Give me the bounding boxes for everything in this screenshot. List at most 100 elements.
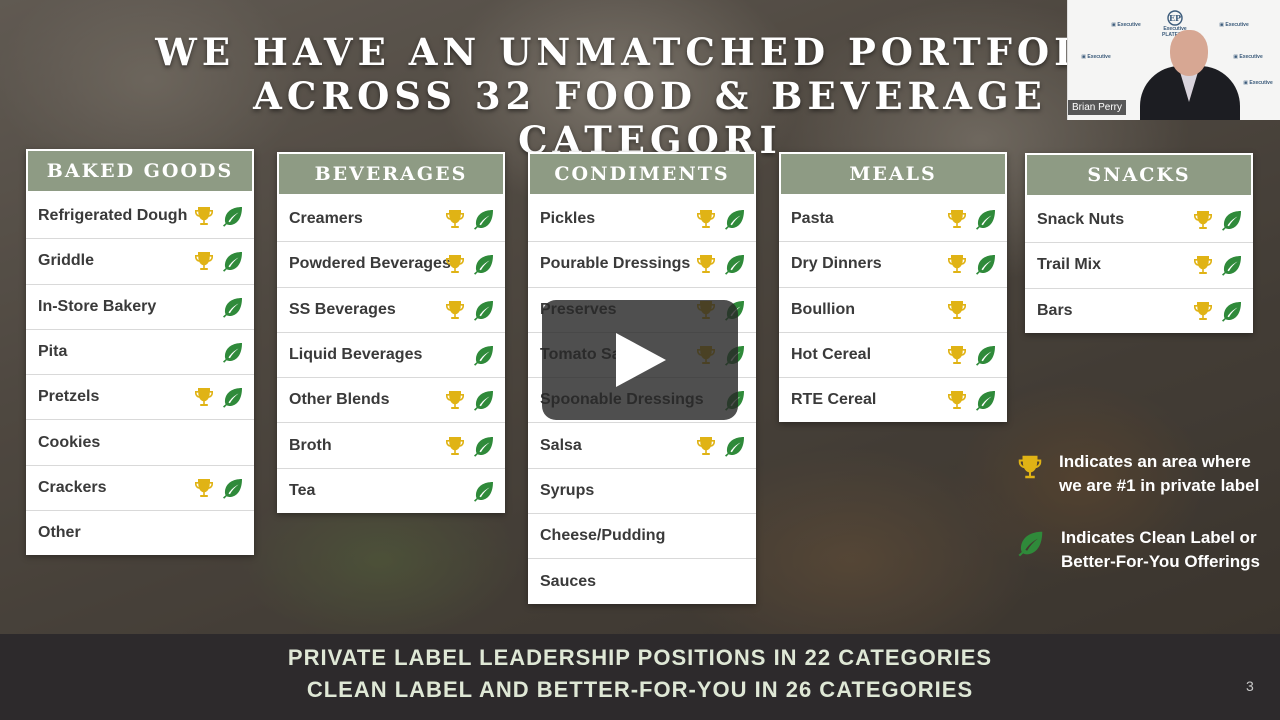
category-row-pita: Pita: [26, 328, 254, 374]
category-header: SNACKS: [1025, 153, 1253, 197]
category-row-cookies: Cookies: [26, 419, 254, 464]
category-row-icons: [694, 252, 746, 276]
category-row-dry-dinners: Dry Dinners: [779, 241, 1007, 286]
leaf-icon: [220, 295, 244, 319]
trophy-icon: [443, 434, 467, 458]
category-row-refrigerated-dough: Refrigerated Dough: [26, 193, 254, 238]
category-row-in-store-bakery: In-Store Bakery: [26, 283, 254, 329]
category-row-snack-nuts: Snack Nuts: [1025, 197, 1253, 242]
category-row-label: Cheese/Pudding: [540, 527, 666, 545]
category-row-icons: [945, 207, 997, 231]
footer-banner: PRIVATE LABEL LEADERSHIP POSITIONS IN 22…: [0, 634, 1280, 720]
category-row-powdered-beverages: Powdered Beverages: [277, 241, 505, 286]
legend-trophy-text: Indicates an area where we are #1 in pri…: [1059, 452, 1260, 495]
trophy-icon: [1018, 455, 1042, 479]
category-row-trail-mix: Trail Mix: [1025, 242, 1253, 287]
category-table-beverages: BEVERAGES Creamers Powdered Beverages SS Be…: [277, 152, 505, 514]
trophy-icon: [192, 476, 216, 500]
presenter-head: [1170, 30, 1208, 76]
backdrop-logo: ▣ Executive: [1243, 80, 1273, 86]
category-header: BAKED GOODS: [26, 149, 254, 193]
category-row-icons: [1191, 253, 1243, 277]
category-table-snacks: SNACKS Snack Nuts Trail Mix Bars: [1025, 153, 1253, 333]
category-row-hot-cereal: Hot Cereal: [779, 331, 1007, 377]
category-row-icons: [192, 295, 244, 319]
category-row-icons: [694, 207, 746, 231]
trophy-icon: [192, 385, 216, 409]
category-row-icons: [192, 204, 244, 228]
video-play-button[interactable]: [542, 300, 738, 420]
category-table-baked-goods: BAKED GOODS Refrigerated Dough Griddle In-S…: [26, 149, 254, 556]
footer-line1: PRIVATE LABEL LEADERSHIP POSITIONS IN 22…: [287, 645, 993, 670]
category-row-pickles: Pickles: [528, 196, 756, 241]
leaf-icon: [220, 249, 244, 273]
leaf-icon: [471, 479, 495, 503]
trophy-icon: [192, 204, 216, 228]
category-row-icons: [443, 298, 495, 322]
category-row-pourable-dressings: Pourable Dressings: [528, 241, 756, 286]
trophy-icon: [1191, 299, 1215, 323]
category-row-syrups: Syrups: [528, 467, 756, 513]
leaf-icon: [1018, 531, 1043, 557]
category-row-icons: [945, 343, 997, 367]
category-row-icons: [945, 252, 997, 276]
leaf-icon: [220, 340, 244, 364]
icon-spacer: [973, 298, 997, 322]
category-row-tea: Tea: [277, 467, 505, 513]
category-row-pretzels: Pretzels: [26, 374, 254, 419]
presenter-name-tag: Brian Perry: [1068, 100, 1127, 115]
leaf-icon: [1219, 208, 1243, 232]
trophy-icon: [443, 298, 467, 322]
icon-spacer: [192, 295, 216, 319]
trophy-icon: [443, 388, 467, 412]
category-row-other: Other: [26, 510, 254, 555]
category-row-broth: Broth: [277, 422, 505, 467]
leaf-icon: [722, 252, 746, 276]
trophy-icon: [945, 343, 969, 367]
footer-line2: CLEAN LABEL AND BETTER-FOR-YOU IN 26 CAT…: [306, 677, 974, 702]
webcam-video[interactable]: EP Executive PLATFORMS ▣ Executive ▣ Exe…: [1067, 0, 1280, 120]
trophy-icon: [192, 249, 216, 273]
executive-platforms-logo-icon: EP: [1167, 10, 1183, 26]
backdrop-logo: ▣ Executive: [1081, 54, 1111, 60]
backdrop-logo: ▣ Executive: [1219, 22, 1249, 28]
trophy-icon: [945, 388, 969, 412]
category-row-icons: [443, 479, 495, 503]
slide-title-line2: ACROSS 32 FOOD & BEVERAGE CATEGORI: [253, 74, 1047, 162]
category-row-icons: [443, 434, 495, 458]
category-row-icons: [192, 476, 244, 500]
category-row-sauces: Sauces: [528, 558, 756, 603]
leaf-icon: [722, 207, 746, 231]
category-row-label: Syrups: [540, 481, 595, 499]
category-row-icons: [1191, 208, 1243, 232]
leaf-icon: [220, 476, 244, 500]
svg-text:EP: EP: [1169, 13, 1181, 23]
category-row-boullion: Boullion: [779, 286, 1007, 332]
leaf-icon: [722, 434, 746, 458]
icon-spacer: [443, 343, 467, 367]
category-row-icons: [443, 207, 495, 231]
legend-item-leaf: Indicates Clean Label or Better-For-You …: [1015, 526, 1265, 574]
category-row-label: Sauces: [540, 572, 597, 590]
slide-title-line1: WE HAVE AN UNMATCHED PORTFOLIO: [155, 30, 1145, 74]
trophy-icon: [1191, 208, 1215, 232]
slide-title: WE HAVE AN UNMATCHED PORTFOLIO ACROSS 32…: [150, 30, 1150, 162]
legend-leaf-text: Indicates Clean Label or Better-For-You …: [1061, 528, 1260, 571]
legend: Indicates an area where we are #1 in pri…: [1015, 450, 1265, 574]
category-row-icons: [443, 252, 495, 276]
leaf-icon: [220, 385, 244, 409]
category-row-icons: [694, 434, 746, 458]
category-row-rte-cereal: RTE Cereal: [779, 377, 1007, 422]
category-row-icons: [192, 385, 244, 409]
category-row-liquid-beverages: Liquid Beverages: [277, 331, 505, 377]
trophy-icon: [694, 252, 718, 276]
category-row-salsa: Salsa: [528, 422, 756, 467]
trophy-icon: [694, 434, 718, 458]
play-icon: [616, 333, 666, 387]
backdrop-logo: ▣ Executive: [1233, 54, 1263, 60]
category-header: BEVERAGES: [277, 152, 505, 196]
category-row-icons: [192, 249, 244, 273]
trophy-icon: [1191, 253, 1215, 277]
category-row-label: Other: [38, 524, 81, 542]
category-row-icons: [443, 343, 495, 367]
